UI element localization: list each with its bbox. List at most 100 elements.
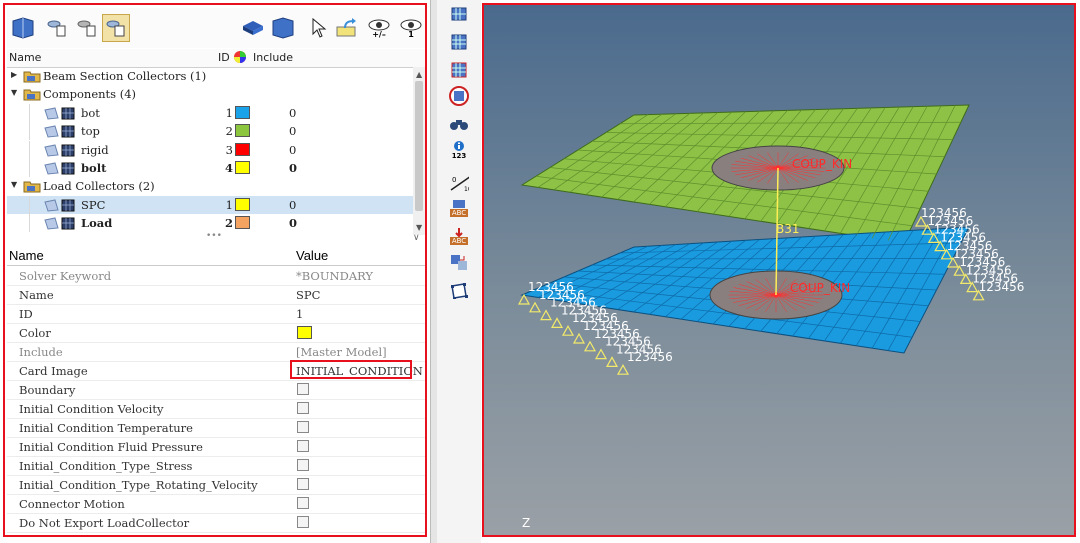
tree-item-row[interactable]: Load 2 0: [7, 214, 413, 233]
color-swatch[interactable]: [235, 197, 250, 211]
property-row[interactable]: Initial Condition Velocity: [7, 399, 425, 419]
cursor-icon[interactable]: [305, 14, 333, 42]
tree-item-row[interactable]: bolt 4 0: [7, 159, 413, 177]
property-checkbox[interactable]: [297, 440, 309, 452]
property-checkbox[interactable]: [297, 421, 309, 433]
export-icon[interactable]: [333, 14, 361, 42]
color-swatch[interactable]: [235, 142, 250, 156]
tree-item-id: 2: [224, 216, 233, 231]
property-row[interactable]: Initial_Condition_Type_Stress: [7, 456, 425, 476]
tree-header: Name ID Include: [7, 49, 425, 68]
model-view-icon[interactable]: [9, 14, 37, 42]
property-panel: Name Value Solver Keyword *BOUNDARY Name SP…: [7, 247, 425, 533]
component-box-icon: [43, 143, 77, 160]
tree-item-id: 2: [225, 124, 233, 139]
property-name: Solver Keyword: [19, 269, 112, 283]
tree-header-include[interactable]: Include: [253, 51, 293, 64]
property-row[interactable]: Boundary: [7, 380, 425, 400]
tree-scrollbar[interactable]: ▲ ▼: [413, 67, 425, 235]
box-icon[interactable]: [449, 280, 469, 300]
scale-icon[interactable]: 0 10: [449, 172, 469, 192]
color-swatch[interactable]: [235, 124, 250, 138]
folder-icon: [23, 69, 41, 86]
expand-arrow-icon[interactable]: ▼: [11, 180, 17, 189]
visibility-one-label: 1: [408, 29, 414, 39]
property-row[interactable]: Initial_Condition_Type_Rotating_Velocity: [7, 475, 425, 495]
property-name: Include: [19, 345, 63, 359]
transform-icon[interactable]: [449, 252, 469, 272]
tree-item-label: SPC: [81, 197, 106, 212]
property-row[interactable]: Name SPC: [7, 285, 425, 305]
property-checkbox[interactable]: [297, 497, 309, 509]
more-indicator: •••: [206, 231, 222, 241]
card-image-highlight: [290, 360, 412, 379]
property-name: Initial Condition Temperature: [19, 421, 193, 435]
arc-icon-1[interactable]: ABC: [449, 198, 469, 218]
property-row[interactable]: Solver Keyword *BOUNDARY: [7, 266, 425, 286]
property-checkbox[interactable]: [297, 383, 309, 395]
tree-item-row[interactable]: rigid 3 0: [7, 140, 413, 160]
property-value[interactable]: 1: [296, 307, 303, 321]
property-row[interactable]: Initial Condition Temperature: [7, 418, 425, 438]
property-row[interactable]: Include [Master Model]: [7, 342, 425, 362]
property-checkbox[interactable]: [297, 402, 309, 414]
tree-item-label: top: [81, 124, 100, 139]
tree-item-include: 0: [289, 216, 298, 231]
visibility-plusminus-icon[interactable]: +/–: [365, 14, 393, 42]
color-swatch[interactable]: [235, 216, 250, 230]
tree-header-id[interactable]: ID: [218, 51, 230, 64]
property-value[interactable]: SPC: [296, 288, 320, 302]
scroll-down-icon[interactable]: ▼: [416, 223, 422, 232]
property-name: Initial_Condition_Type_Rotating_Velocity: [19, 478, 258, 492]
filter-icon-2[interactable]: [73, 14, 101, 42]
view-dropdown-icon[interactable]: [269, 14, 297, 42]
component-box-icon: [43, 124, 77, 141]
property-checkbox[interactable]: [297, 459, 309, 471]
property-value[interactable]: *BOUNDARY: [296, 269, 373, 283]
collapse-arrow-icon[interactable]: ▶: [11, 70, 17, 79]
tree-group-label: Beam Section Collectors (1): [43, 69, 207, 83]
property-row[interactable]: Connector Motion: [7, 494, 425, 514]
color-swatch[interactable]: [235, 105, 250, 119]
tree-item-row[interactable]: top 2 0: [7, 122, 413, 141]
mesh-icon-1[interactable]: [449, 4, 469, 24]
tree-item-row[interactable]: SPC 1 0: [7, 195, 413, 215]
property-header-name: Name: [9, 248, 44, 263]
property-name: Initial Condition Fluid Pressure: [19, 440, 203, 454]
property-row[interactable]: Color: [7, 323, 425, 343]
property-row[interactable]: Initial Condition Fluid Pressure: [7, 437, 425, 457]
info-icon[interactable]: 123: [449, 140, 469, 160]
arc-icon-2[interactable]: ABC: [449, 226, 469, 246]
tree-header-name[interactable]: Name: [9, 51, 41, 64]
filter-icon-1[interactable]: [43, 14, 71, 42]
property-row[interactable]: Card Image INITIAL_CONDITION: [7, 360, 425, 381]
property-checkbox[interactable]: [297, 516, 309, 528]
tree-group-row[interactable]: ▼ Components (4): [7, 85, 413, 103]
tree-indent-guide: [29, 122, 30, 141]
component-icon[interactable]: [239, 14, 267, 42]
property-row[interactable]: Do Not Export LoadCollector: [7, 513, 425, 533]
property-value[interactable]: [Master Model]: [296, 345, 387, 359]
expand-chevron-icon[interactable]: ∨: [413, 233, 420, 243]
binoculars-icon[interactable]: [449, 114, 469, 134]
mesh-icon-2[interactable]: [449, 32, 469, 52]
tree-group-row[interactable]: ▶ Beam Section Collectors (1): [7, 67, 413, 85]
tree-item-include: 0: [289, 105, 297, 120]
component-box-icon: [43, 198, 77, 215]
visibility-one-icon[interactable]: 1: [397, 14, 425, 42]
scroll-up-icon[interactable]: ▲: [416, 70, 422, 79]
property-checkbox[interactable]: [297, 478, 309, 490]
scrollbar-thumb[interactable]: [415, 81, 423, 211]
arc-label-2: ABC: [449, 237, 469, 245]
tree-group-row[interactable]: ▼ Load Collectors (2): [7, 177, 413, 195]
mesh-target-icon[interactable]: [449, 86, 469, 106]
tree-item-row[interactable]: bot 1 0: [7, 103, 413, 122]
tree-item-id: 4: [224, 161, 233, 175]
property-color-swatch[interactable]: [297, 326, 312, 339]
property-row[interactable]: ID 1: [7, 304, 425, 324]
color-swatch[interactable]: [235, 161, 250, 174]
expand-arrow-icon[interactable]: ▼: [11, 88, 17, 97]
filter-icon-3[interactable]: [102, 14, 130, 42]
panel-splitter[interactable]: [430, 0, 437, 543]
mesh-icon-3[interactable]: [449, 60, 469, 80]
